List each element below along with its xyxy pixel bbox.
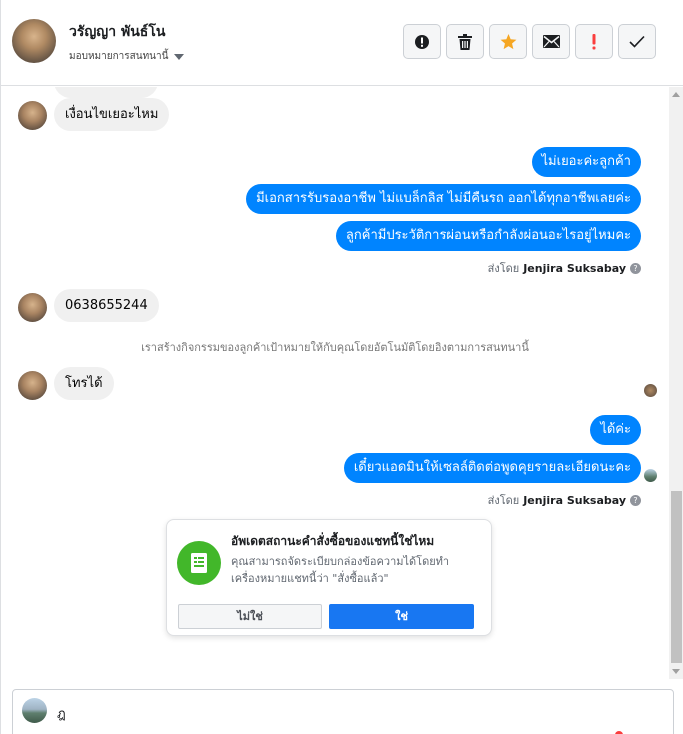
sent-by-caption: ส่งโดย Jenjira Suksabay ?	[488, 491, 641, 509]
outgoing-message[interactable]: เดี๋ยวแอดมินให้เซลล์ติดต่อพูดคุยรายละเอี…	[343, 453, 641, 483]
assign-conversation-dropdown[interactable]: มอบหมายการสนทนานี้	[69, 49, 185, 64]
sender-avatar	[18, 101, 47, 130]
page-avatar	[22, 698, 47, 723]
sender-avatar	[18, 293, 47, 322]
star-button[interactable]	[489, 24, 527, 59]
yes-button[interactable]: ใช่	[329, 604, 474, 629]
incoming-message[interactable]: 0638655244	[54, 289, 159, 322]
follow-up-button[interactable]	[575, 24, 613, 59]
outgoing-message[interactable]: ไม่เยอะค่ะลูกค้า	[531, 147, 641, 177]
spam-button[interactable]	[403, 24, 441, 59]
inbox-conversation-panel: วรัญญา พันธ์โน มอบหมายการสนทนานี้ เงื่อน…	[0, 0, 683, 734]
exclamation-icon	[592, 33, 596, 49]
sent-by-name[interactable]: Jenjira Suksabay	[523, 262, 626, 275]
conversation-toolbar	[403, 24, 656, 59]
star-icon	[500, 33, 516, 49]
order-status-prompt: อัพเดตสถานะคำสั่งซื้อของแชทนี้ใช่ไหม คุณ…	[166, 519, 492, 636]
receipt-icon	[177, 541, 221, 585]
delete-button[interactable]	[446, 24, 484, 59]
outgoing-message[interactable]: ได้ค่ะ	[590, 415, 641, 445]
trash-icon	[458, 33, 472, 50]
no-button[interactable]: ไม่ใช่	[178, 604, 322, 629]
done-button[interactable]	[618, 24, 656, 59]
help-icon[interactable]: ?	[630, 262, 641, 274]
system-note: เราสร้างกิจกรรมของลูกค้าเป้าหมายให้กับคุ…	[141, 341, 529, 354]
help-icon[interactable]: ?	[630, 494, 641, 506]
incoming-message[interactable]: เงื่อนไขเยอะไหม	[54, 98, 170, 131]
card-description: คุณสามารถจัดระเบียบกล่องข้อความได้โดยทำเ…	[231, 555, 450, 585]
message-composer	[12, 689, 674, 734]
conversation-header: วรัญญา พันธ์โน มอบหมายการสนทนานี้	[1, 0, 683, 86]
card-title: อัพเดตสถานะคำสั่งซื้อของแชทนี้ใช่ไหม	[231, 534, 435, 548]
outgoing-message[interactable]: มีเอกสารรับรองอาชีพ ไม่แบล็กลิส ไม่มีคืน…	[246, 184, 641, 214]
sent-by-label: ส่งโดย	[487, 262, 520, 275]
thread-scrollbar[interactable]	[669, 87, 683, 679]
message-bubble-partial	[54, 87, 158, 98]
incoming-message[interactable]: โทรได้	[54, 367, 114, 400]
alert-circle-icon	[415, 34, 429, 49]
contact-avatar[interactable]	[12, 19, 56, 63]
sent-by-caption: ส่งโดย Jenjira Suksabay ?	[488, 259, 641, 277]
outgoing-message[interactable]: ลูกค้ามีประวัติการผ่อนหรือกำลังผ่อนอะไรอ…	[335, 221, 641, 251]
message-thread[interactable]: เงื่อนไขเยอะไหม ไม่เยอะค่ะลูกค้า มีเอกสา…	[1, 87, 669, 679]
seen-indicator-avatar	[644, 384, 657, 397]
sent-by-label: ส่งโดย	[487, 494, 520, 507]
scroll-down-arrow-icon[interactable]	[672, 669, 680, 674]
scrollbar-thumb[interactable]	[671, 491, 682, 663]
envelope-icon	[542, 35, 560, 48]
mark-unread-button[interactable]	[532, 24, 570, 59]
sent-by-name[interactable]: Jenjira Suksabay	[523, 494, 626, 507]
message-input[interactable]	[57, 706, 657, 721]
sender-avatar	[18, 371, 47, 400]
scroll-up-arrow-icon[interactable]	[672, 92, 680, 97]
checkmark-icon	[629, 35, 645, 48]
assign-label: มอบหมายการสนทนานี้	[69, 51, 169, 62]
seen-indicator-avatar	[644, 469, 657, 482]
contact-name[interactable]: วรัญญา พันธ์โน	[69, 21, 165, 43]
caret-down-icon	[174, 53, 185, 60]
